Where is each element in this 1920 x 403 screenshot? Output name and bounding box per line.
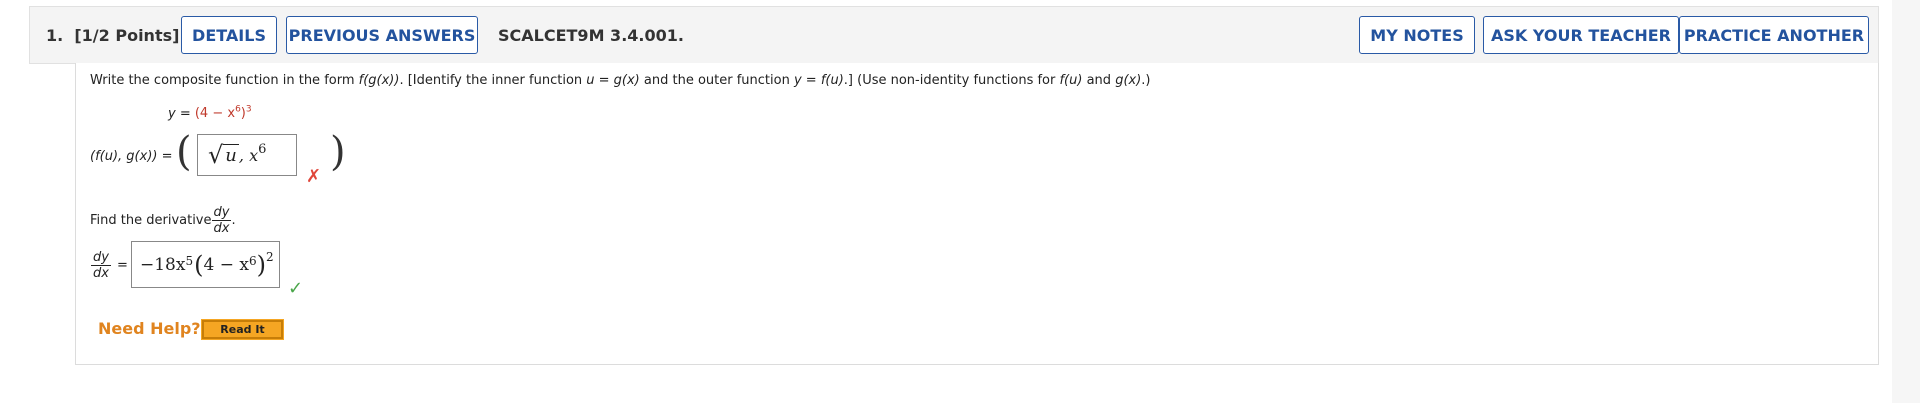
read-it-button[interactable]: Read It xyxy=(201,319,284,340)
question-number: 1. [1/2 Points] xyxy=(46,26,180,45)
equals-sign: = xyxy=(117,258,128,273)
points-label: [1/2 Points] xyxy=(74,26,180,45)
previous-answers-button[interactable]: PREVIOUS ANSWERS xyxy=(286,16,478,54)
details-button[interactable]: DETAILS xyxy=(181,16,277,54)
composite-answer-box[interactable]: √ u , x6 xyxy=(197,134,297,176)
page-scroll-gutter xyxy=(1892,0,1920,403)
left-paren: ( xyxy=(176,129,192,175)
sqrt-expression: √ u xyxy=(208,141,239,169)
question-code: SCALCET9M 3.4.001. xyxy=(498,26,684,45)
question-body xyxy=(75,63,1879,365)
dydx-lhs: dy dx xyxy=(91,250,111,281)
given-function: y = (4 − x6)3 xyxy=(168,105,252,122)
instruction-text: Write the composite function in the form… xyxy=(90,73,1151,88)
composite-label: (f(u), g(x)) = xyxy=(90,149,173,164)
derivative-prompt: Find the derivative dy dx. xyxy=(90,205,236,236)
need-help-label: Need Help? xyxy=(98,319,201,338)
derivative-answer-box[interactable]: −18x 5(4 − x 6) 2 xyxy=(131,241,280,288)
practice-another-button[interactable]: PRACTICE ANOTHER xyxy=(1679,16,1869,54)
right-paren: ) xyxy=(330,129,346,175)
ask-your-teacher-button[interactable]: ASK YOUR TEACHER xyxy=(1483,16,1679,54)
dydx-fraction: dy dx xyxy=(211,205,232,236)
x-mark-icon: ✗ xyxy=(306,166,322,187)
check-mark-icon: ✓ xyxy=(288,278,304,299)
my-notes-button[interactable]: MY NOTES xyxy=(1359,16,1475,54)
